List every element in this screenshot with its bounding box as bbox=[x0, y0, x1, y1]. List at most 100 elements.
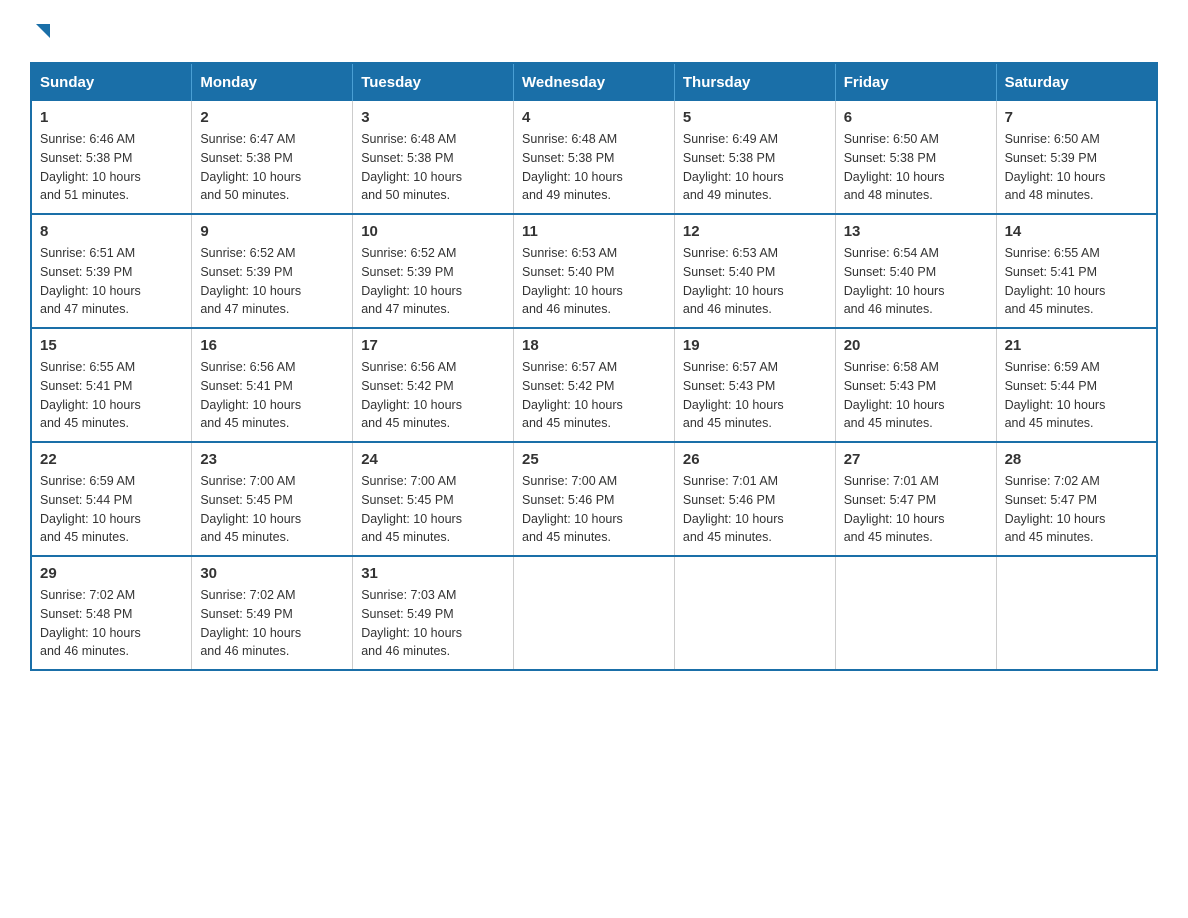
day-number: 14 bbox=[1005, 223, 1148, 240]
day-number: 27 bbox=[844, 451, 988, 468]
calendar-cell: 2 Sunrise: 6:47 AM Sunset: 5:38 PM Dayli… bbox=[192, 101, 353, 214]
day-number: 18 bbox=[522, 337, 666, 354]
calendar-cell: 27 Sunrise: 7:01 AM Sunset: 5:47 PM Dayl… bbox=[835, 442, 996, 556]
day-info: Sunrise: 7:02 AM Sunset: 5:49 PM Dayligh… bbox=[200, 586, 344, 661]
calendar-cell: 1 Sunrise: 6:46 AM Sunset: 5:38 PM Dayli… bbox=[31, 101, 192, 214]
calendar-header-saturday: Saturday bbox=[996, 63, 1157, 101]
day-info: Sunrise: 6:48 AM Sunset: 5:38 PM Dayligh… bbox=[522, 130, 666, 205]
page-header bbox=[30, 20, 1158, 42]
day-info: Sunrise: 7:03 AM Sunset: 5:49 PM Dayligh… bbox=[361, 586, 505, 661]
logo-triangle-icon bbox=[32, 20, 54, 42]
day-number: 8 bbox=[40, 223, 183, 240]
calendar-cell: 12 Sunrise: 6:53 AM Sunset: 5:40 PM Dayl… bbox=[674, 214, 835, 328]
day-info: Sunrise: 7:00 AM Sunset: 5:45 PM Dayligh… bbox=[361, 472, 505, 547]
day-number: 29 bbox=[40, 565, 183, 582]
calendar-cell: 21 Sunrise: 6:59 AM Sunset: 5:44 PM Dayl… bbox=[996, 328, 1157, 442]
day-info: Sunrise: 7:00 AM Sunset: 5:46 PM Dayligh… bbox=[522, 472, 666, 547]
calendar-header-friday: Friday bbox=[835, 63, 996, 101]
day-info: Sunrise: 6:56 AM Sunset: 5:42 PM Dayligh… bbox=[361, 358, 505, 433]
day-info: Sunrise: 6:59 AM Sunset: 5:44 PM Dayligh… bbox=[40, 472, 183, 547]
day-info: Sunrise: 6:54 AM Sunset: 5:40 PM Dayligh… bbox=[844, 244, 988, 319]
day-number: 19 bbox=[683, 337, 827, 354]
day-number: 23 bbox=[200, 451, 344, 468]
day-number: 9 bbox=[200, 223, 344, 240]
calendar-cell: 11 Sunrise: 6:53 AM Sunset: 5:40 PM Dayl… bbox=[514, 214, 675, 328]
calendar-cell: 19 Sunrise: 6:57 AM Sunset: 5:43 PM Dayl… bbox=[674, 328, 835, 442]
day-number: 10 bbox=[361, 223, 505, 240]
day-info: Sunrise: 6:50 AM Sunset: 5:39 PM Dayligh… bbox=[1005, 130, 1148, 205]
calendar-cell: 28 Sunrise: 7:02 AM Sunset: 5:47 PM Dayl… bbox=[996, 442, 1157, 556]
day-info: Sunrise: 6:56 AM Sunset: 5:41 PM Dayligh… bbox=[200, 358, 344, 433]
calendar-cell: 16 Sunrise: 6:56 AM Sunset: 5:41 PM Dayl… bbox=[192, 328, 353, 442]
day-number: 2 bbox=[200, 109, 344, 126]
day-number: 6 bbox=[844, 109, 988, 126]
calendar-cell: 26 Sunrise: 7:01 AM Sunset: 5:46 PM Dayl… bbox=[674, 442, 835, 556]
day-info: Sunrise: 6:52 AM Sunset: 5:39 PM Dayligh… bbox=[200, 244, 344, 319]
day-number: 11 bbox=[522, 223, 666, 240]
calendar-cell bbox=[514, 556, 675, 670]
calendar-week-row: 15 Sunrise: 6:55 AM Sunset: 5:41 PM Dayl… bbox=[31, 328, 1157, 442]
calendar-week-row: 8 Sunrise: 6:51 AM Sunset: 5:39 PM Dayli… bbox=[31, 214, 1157, 328]
calendar-cell: 14 Sunrise: 6:55 AM Sunset: 5:41 PM Dayl… bbox=[996, 214, 1157, 328]
day-info: Sunrise: 7:01 AM Sunset: 5:46 PM Dayligh… bbox=[683, 472, 827, 547]
calendar-week-row: 1 Sunrise: 6:46 AM Sunset: 5:38 PM Dayli… bbox=[31, 101, 1157, 214]
calendar-header-sunday: Sunday bbox=[31, 63, 192, 101]
day-info: Sunrise: 7:01 AM Sunset: 5:47 PM Dayligh… bbox=[844, 472, 988, 547]
day-number: 1 bbox=[40, 109, 183, 126]
calendar-cell: 6 Sunrise: 6:50 AM Sunset: 5:38 PM Dayli… bbox=[835, 101, 996, 214]
day-info: Sunrise: 7:02 AM Sunset: 5:48 PM Dayligh… bbox=[40, 586, 183, 661]
calendar-cell: 5 Sunrise: 6:49 AM Sunset: 5:38 PM Dayli… bbox=[674, 101, 835, 214]
day-number: 16 bbox=[200, 337, 344, 354]
calendar-cell: 24 Sunrise: 7:00 AM Sunset: 5:45 PM Dayl… bbox=[353, 442, 514, 556]
calendar-cell: 17 Sunrise: 6:56 AM Sunset: 5:42 PM Dayl… bbox=[353, 328, 514, 442]
day-number: 3 bbox=[361, 109, 505, 126]
calendar-header-monday: Monday bbox=[192, 63, 353, 101]
calendar-cell: 8 Sunrise: 6:51 AM Sunset: 5:39 PM Dayli… bbox=[31, 214, 192, 328]
calendar-cell: 4 Sunrise: 6:48 AM Sunset: 5:38 PM Dayli… bbox=[514, 101, 675, 214]
calendar-week-row: 22 Sunrise: 6:59 AM Sunset: 5:44 PM Dayl… bbox=[31, 442, 1157, 556]
calendar-header-wednesday: Wednesday bbox=[514, 63, 675, 101]
day-number: 22 bbox=[40, 451, 183, 468]
calendar-cell: 20 Sunrise: 6:58 AM Sunset: 5:43 PM Dayl… bbox=[835, 328, 996, 442]
day-info: Sunrise: 6:52 AM Sunset: 5:39 PM Dayligh… bbox=[361, 244, 505, 319]
day-number: 30 bbox=[200, 565, 344, 582]
calendar-cell bbox=[996, 556, 1157, 670]
calendar-week-row: 29 Sunrise: 7:02 AM Sunset: 5:48 PM Dayl… bbox=[31, 556, 1157, 670]
day-info: Sunrise: 6:58 AM Sunset: 5:43 PM Dayligh… bbox=[844, 358, 988, 433]
day-number: 28 bbox=[1005, 451, 1148, 468]
day-info: Sunrise: 6:50 AM Sunset: 5:38 PM Dayligh… bbox=[844, 130, 988, 205]
day-info: Sunrise: 6:53 AM Sunset: 5:40 PM Dayligh… bbox=[683, 244, 827, 319]
day-number: 17 bbox=[361, 337, 505, 354]
calendar-cell: 10 Sunrise: 6:52 AM Sunset: 5:39 PM Dayl… bbox=[353, 214, 514, 328]
calendar-cell: 23 Sunrise: 7:00 AM Sunset: 5:45 PM Dayl… bbox=[192, 442, 353, 556]
calendar-header-row: SundayMondayTuesdayWednesdayThursdayFrid… bbox=[31, 63, 1157, 101]
day-number: 31 bbox=[361, 565, 505, 582]
day-info: Sunrise: 6:59 AM Sunset: 5:44 PM Dayligh… bbox=[1005, 358, 1148, 433]
day-number: 4 bbox=[522, 109, 666, 126]
day-number: 13 bbox=[844, 223, 988, 240]
calendar-cell bbox=[674, 556, 835, 670]
calendar-table: SundayMondayTuesdayWednesdayThursdayFrid… bbox=[30, 62, 1158, 671]
calendar-cell: 7 Sunrise: 6:50 AM Sunset: 5:39 PM Dayli… bbox=[996, 101, 1157, 214]
calendar-cell: 29 Sunrise: 7:02 AM Sunset: 5:48 PM Dayl… bbox=[31, 556, 192, 670]
day-info: Sunrise: 6:51 AM Sunset: 5:39 PM Dayligh… bbox=[40, 244, 183, 319]
calendar-header-tuesday: Tuesday bbox=[353, 63, 514, 101]
calendar-cell: 3 Sunrise: 6:48 AM Sunset: 5:38 PM Dayli… bbox=[353, 101, 514, 214]
calendar-cell: 13 Sunrise: 6:54 AM Sunset: 5:40 PM Dayl… bbox=[835, 214, 996, 328]
calendar-cell: 30 Sunrise: 7:02 AM Sunset: 5:49 PM Dayl… bbox=[192, 556, 353, 670]
day-number: 12 bbox=[683, 223, 827, 240]
day-info: Sunrise: 7:02 AM Sunset: 5:47 PM Dayligh… bbox=[1005, 472, 1148, 547]
day-info: Sunrise: 6:55 AM Sunset: 5:41 PM Dayligh… bbox=[40, 358, 183, 433]
day-number: 5 bbox=[683, 109, 827, 126]
day-info: Sunrise: 6:53 AM Sunset: 5:40 PM Dayligh… bbox=[522, 244, 666, 319]
calendar-cell: 15 Sunrise: 6:55 AM Sunset: 5:41 PM Dayl… bbox=[31, 328, 192, 442]
day-number: 7 bbox=[1005, 109, 1148, 126]
calendar-cell bbox=[835, 556, 996, 670]
day-number: 15 bbox=[40, 337, 183, 354]
day-info: Sunrise: 6:57 AM Sunset: 5:42 PM Dayligh… bbox=[522, 358, 666, 433]
day-info: Sunrise: 6:48 AM Sunset: 5:38 PM Dayligh… bbox=[361, 130, 505, 205]
day-info: Sunrise: 6:57 AM Sunset: 5:43 PM Dayligh… bbox=[683, 358, 827, 433]
calendar-cell: 18 Sunrise: 6:57 AM Sunset: 5:42 PM Dayl… bbox=[514, 328, 675, 442]
calendar-header-thursday: Thursday bbox=[674, 63, 835, 101]
day-info: Sunrise: 6:55 AM Sunset: 5:41 PM Dayligh… bbox=[1005, 244, 1148, 319]
